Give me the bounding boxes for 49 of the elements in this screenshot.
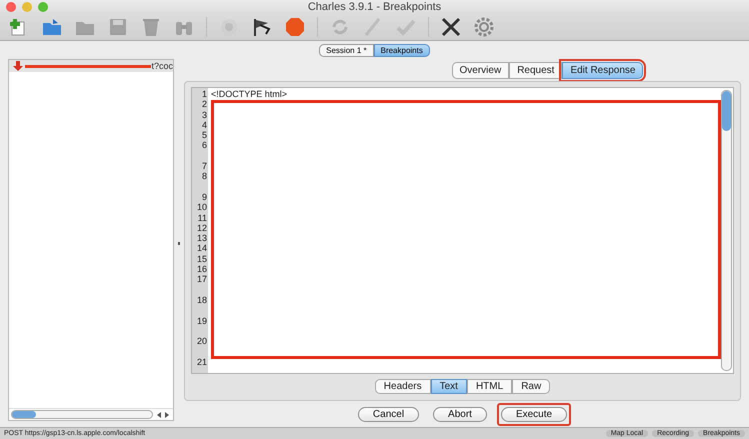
line-number: 6 xyxy=(200,140,208,152)
text-editor[interactable]: 1 2 3 4 5 6 7 8 9 10 11 12 13 14 15 16 17 18 19 20 21 <!DOCTYPE html> xyxy=(191,87,734,374)
line-number: 18 xyxy=(196,294,208,307)
splitter-handle[interactable] xyxy=(178,242,180,244)
horizontal-scrollbar[interactable] xyxy=(11,410,153,419)
line-number: 14 xyxy=(196,243,208,254)
line-number: 3 xyxy=(200,110,208,120)
minimize-button[interactable] xyxy=(22,2,32,12)
folder-icon[interactable] xyxy=(41,16,63,38)
zoom-button[interactable] xyxy=(38,2,48,12)
line-number: 19 xyxy=(196,316,208,328)
close-button[interactable] xyxy=(6,2,16,12)
line-number: 17 xyxy=(196,274,208,286)
line-number: 7 xyxy=(200,161,208,172)
hexagon-icon[interactable] xyxy=(284,16,306,38)
line-number: 10 xyxy=(196,202,208,213)
flag-icon[interactable] xyxy=(251,16,273,38)
format-tab[interactable]: HTML xyxy=(466,379,512,394)
scroll-arrows-icon[interactable] xyxy=(155,410,171,418)
line-number: 20 xyxy=(196,336,208,348)
view-tab[interactable]: Request xyxy=(509,62,562,79)
line-number: 5 xyxy=(200,130,208,140)
format-tab[interactable]: Headers xyxy=(374,379,431,394)
line-number: 8 xyxy=(200,171,208,184)
line-number: 21 xyxy=(196,356,208,368)
vertical-scrollbar[interactable] xyxy=(721,90,732,371)
line-number: 15 xyxy=(196,254,208,264)
line-number: 2 xyxy=(200,99,208,110)
abort-button[interactable]: Abort xyxy=(433,406,487,422)
session-tab[interactable]: Session 1 * xyxy=(319,44,374,56)
line-number: 13 xyxy=(196,233,208,244)
code-line: <!DOCTYPE html> xyxy=(211,89,288,99)
line-number: 9 xyxy=(200,192,208,202)
request-url[interactable]: t?coc xyxy=(151,61,173,71)
line-number: 11 xyxy=(196,212,208,223)
line-number: 16 xyxy=(196,264,208,274)
cancel-button[interactable]: Cancel xyxy=(358,406,420,422)
format-tab[interactable]: Raw xyxy=(512,379,550,394)
format-tab[interactable]: Text xyxy=(430,379,467,394)
settings-icon[interactable] xyxy=(473,16,495,38)
view-tab[interactable]: Edit Response xyxy=(562,62,644,79)
window-title: Charles 3.9.1 - Breakpoints xyxy=(306,1,442,13)
execute-button[interactable]: Execute xyxy=(500,406,568,422)
line-number: 12 xyxy=(196,222,208,234)
down-arrow-icon xyxy=(13,61,23,71)
view-tab[interactable]: Overview xyxy=(452,62,510,79)
line-number: 1 xyxy=(200,89,208,100)
line-number: 4 xyxy=(200,120,208,130)
session-tab[interactable]: Breakpoints xyxy=(374,44,430,56)
